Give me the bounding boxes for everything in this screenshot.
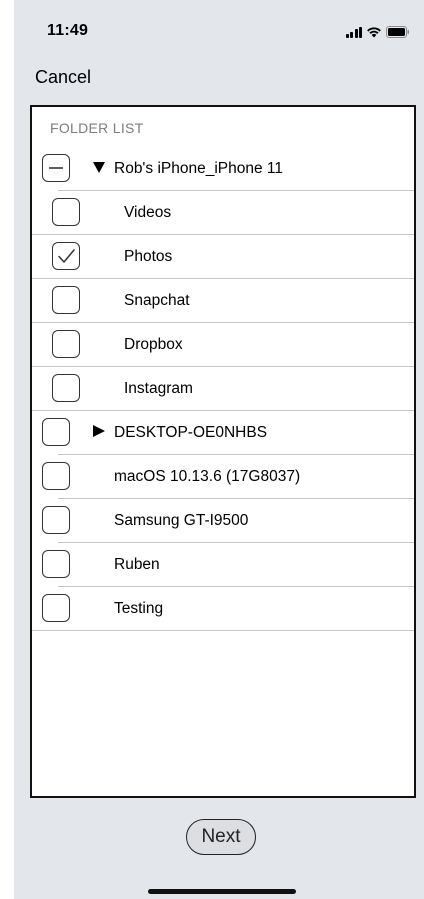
folder-row-desktop[interactable]: DESKTOP-OE0NHBS [32,411,414,455]
folder-row-photos[interactable]: Photos [32,235,414,279]
folder-row-label: Videos [124,204,172,221]
folder-list-panel: FOLDER LIST Rob's iPhone_iPhone 11 Video… [30,105,416,798]
status-icons [345,24,411,38]
checkbox-icon[interactable] [42,550,70,578]
folder-list-header-label: FOLDER LIST [50,120,144,136]
cellular-signal-icon [345,27,362,38]
folder-row-ruben[interactable]: Ruben [32,543,414,587]
folder-row-label: Photos [124,248,173,265]
checkbox-icon[interactable] [42,506,70,534]
folder-row-instagram[interactable]: Instagram [32,367,414,411]
folder-row-label: Rob's iPhone_iPhone 11 [114,160,283,177]
row-separator [32,630,414,631]
battery-icon [386,26,410,38]
folder-row-label: Dropbox [124,336,183,353]
folder-row-label: Samsung GT-I9500 [114,512,249,529]
folder-row-testing[interactable]: Testing [32,587,414,631]
disclosure-collapsed-icon[interactable] [92,424,106,438]
folder-row-videos[interactable]: Videos [32,191,414,235]
folder-row-label: Testing [114,600,164,617]
next-button[interactable]: Next [186,819,256,855]
folder-row-snapchat[interactable]: Snapchat [32,279,414,323]
status-time: 11:49 [47,22,89,39]
disclosure-expanded-icon[interactable] [92,160,106,174]
checkbox-icon[interactable] [52,286,80,314]
checkbox-icon[interactable] [42,418,70,446]
folder-row-label: macOS 10.13.6 (17G8037) [114,468,301,485]
folder-list-header: FOLDER LIST [32,107,414,147]
folder-row-label: Snapchat [124,292,190,309]
checkbox-icon[interactable] [52,330,80,358]
checked-checkbox-icon[interactable] [52,242,80,270]
status-bar: 11:49 [14,0,424,60]
app-screen: 11:49 Cancel FOLDER LIST Rob's iPhone_iP… [14,0,424,899]
wifi-icon [366,26,382,38]
checkbox-icon[interactable] [42,462,70,490]
partial-checkbox-icon[interactable] [42,154,70,182]
folder-row-dropbox[interactable]: Dropbox [32,323,414,367]
folder-row-macos[interactable]: macOS 10.13.6 (17G8037) [32,455,414,499]
checkbox-icon[interactable] [42,594,70,622]
folder-row-label: Ruben [114,556,160,573]
checkbox-icon[interactable] [52,374,80,402]
folder-row-robs-iphone[interactable]: Rob's iPhone_iPhone 11 [32,147,414,191]
checkbox-icon[interactable] [52,198,80,226]
folder-row-label: Instagram [124,380,193,397]
folder-row-samsung[interactable]: Samsung GT-I9500 [32,499,414,543]
home-indicator [148,889,296,894]
folder-row-label: DESKTOP-OE0NHBS [114,424,268,441]
cancel-button[interactable]: Cancel [35,67,91,88]
